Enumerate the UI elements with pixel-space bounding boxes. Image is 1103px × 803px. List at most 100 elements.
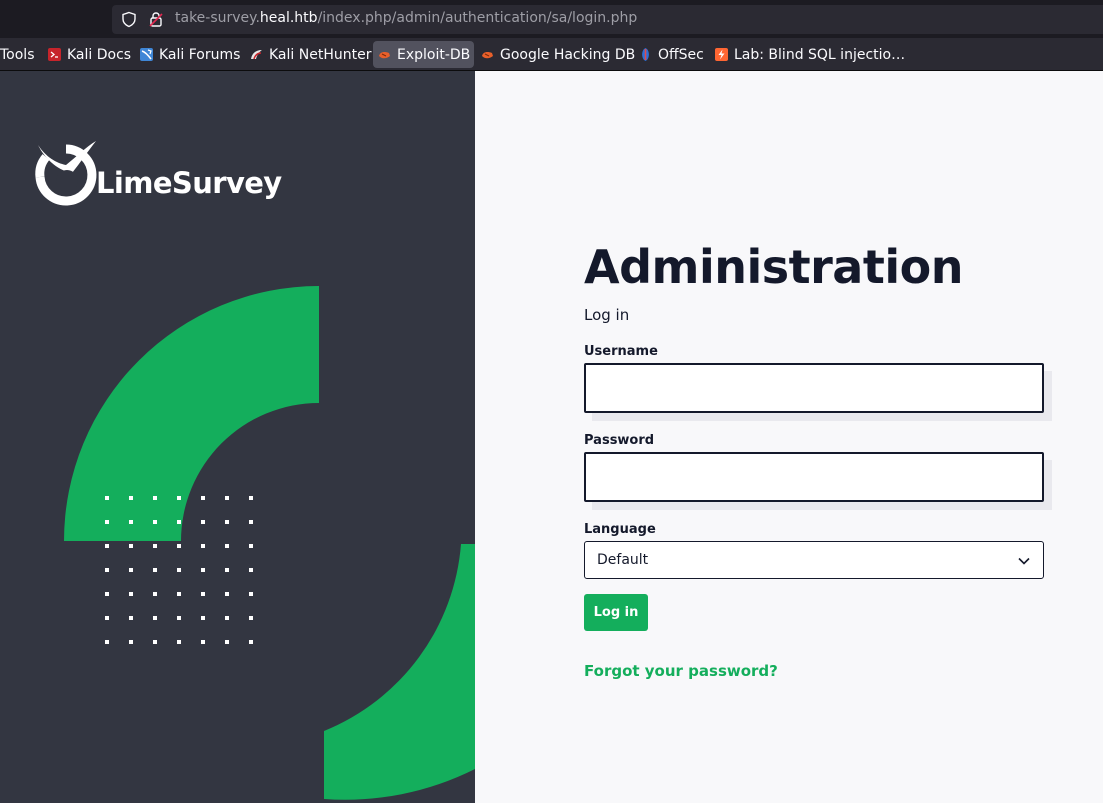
bookmarks-toolbar: Tools Kali Docs Kali Forums Kali NetHunt… bbox=[0, 38, 1103, 71]
decor-dot bbox=[177, 640, 181, 644]
decor-dot bbox=[201, 520, 205, 524]
decor-dot bbox=[249, 568, 253, 572]
decor-dot bbox=[201, 496, 205, 500]
bookmark-kali-docs[interactable]: Kali Docs bbox=[47, 41, 131, 68]
bookmark-kali-forums[interactable]: Kali Forums bbox=[139, 41, 240, 68]
username-field-wrapper bbox=[584, 363, 1052, 421]
decor-dot bbox=[129, 640, 133, 644]
decor-dot bbox=[249, 616, 253, 620]
bookmark-exploit-db[interactable]: Exploit-DB bbox=[373, 41, 475, 68]
bookmark-label: Kali Forums bbox=[159, 46, 241, 63]
language-selected-value: Default bbox=[597, 552, 649, 568]
login-button[interactable]: Log in bbox=[584, 594, 648, 631]
decor-dot bbox=[105, 544, 109, 548]
bookmark-label: Exploit-DB bbox=[397, 46, 471, 63]
decor-dot bbox=[225, 520, 229, 524]
decor-dot bbox=[177, 496, 181, 500]
decor-dot bbox=[249, 592, 253, 596]
decor-dot bbox=[249, 544, 253, 548]
language-label: Language bbox=[584, 522, 656, 537]
decor-dot bbox=[249, 496, 253, 500]
google-hacking-db-icon bbox=[482, 52, 493, 59]
kali-nethunter-icon bbox=[251, 50, 262, 60]
brand-panel: LimeSurvey bbox=[0, 71, 475, 803]
offsec-icon bbox=[642, 48, 649, 61]
green-arc-top bbox=[64, 286, 319, 541]
decor-dot bbox=[201, 544, 205, 548]
bookmark-label: Google Hacking DB bbox=[500, 46, 636, 63]
bookmark-tools[interactable]: Tools bbox=[0, 41, 35, 68]
bookmark-label: Kali NetHunter bbox=[269, 46, 372, 63]
decor-dot bbox=[201, 640, 205, 644]
decor-dot bbox=[225, 592, 229, 596]
decor-dot bbox=[153, 496, 157, 500]
decor-dot bbox=[201, 568, 205, 572]
decor-dot bbox=[225, 616, 229, 620]
password-input[interactable] bbox=[584, 452, 1044, 502]
url-path: /index.php/admin/authentication/sa/login… bbox=[317, 10, 638, 26]
kali-forums-icon bbox=[140, 48, 153, 61]
url-text[interactable]: take-survey.heal.htb/index.php/admin/aut… bbox=[175, 10, 637, 26]
decor-dot bbox=[249, 640, 253, 644]
decor-dot bbox=[177, 544, 181, 548]
decor-dot bbox=[177, 616, 181, 620]
decor-dot bbox=[249, 520, 253, 524]
decor-dot bbox=[129, 544, 133, 548]
decor-dot bbox=[153, 520, 157, 524]
decor-dot bbox=[105, 568, 109, 572]
decor-dot bbox=[153, 544, 157, 548]
bookmark-lab-blind-sql[interactable]: Lab: Blind SQL injectio… bbox=[714, 41, 905, 68]
page-subtitle: Log in bbox=[584, 306, 630, 324]
decor-dot bbox=[153, 640, 157, 644]
kali-docs-icon bbox=[48, 48, 61, 61]
bookmark-label: Kali Docs bbox=[67, 46, 132, 63]
decor-dot bbox=[177, 520, 181, 524]
bookmark-label: Tools bbox=[0, 46, 35, 63]
decor-dot bbox=[105, 496, 109, 500]
tracking-protection-shield-icon[interactable] bbox=[121, 11, 137, 28]
page-title: Administration bbox=[584, 240, 963, 294]
decor-dot bbox=[129, 616, 133, 620]
decor-dot bbox=[129, 592, 133, 596]
bookmark-offsec[interactable]: OffSec bbox=[638, 41, 704, 68]
decor-dot bbox=[105, 616, 109, 620]
bookmark-label: OffSec bbox=[658, 46, 704, 63]
decor-dot bbox=[153, 568, 157, 572]
portswigger-icon bbox=[715, 48, 728, 61]
browser-toolbar: take-survey.heal.htb/index.php/admin/aut… bbox=[0, 0, 1103, 38]
decor-dot bbox=[105, 640, 109, 644]
bookmark-google-hacking-db[interactable]: Google Hacking DB bbox=[480, 41, 635, 68]
decor-dot bbox=[201, 592, 205, 596]
chevron-down-icon bbox=[1018, 557, 1030, 565]
decor-dot bbox=[129, 496, 133, 500]
exploit-db-icon bbox=[379, 52, 390, 59]
decor-dot bbox=[105, 520, 109, 524]
decor-dot bbox=[225, 496, 229, 500]
decor-dot bbox=[225, 544, 229, 548]
decor-dot bbox=[105, 592, 109, 596]
url-host: heal.htb bbox=[259, 10, 318, 26]
bookmark-kali-nethunter[interactable]: Kali NetHunter bbox=[249, 41, 371, 68]
decor-dot bbox=[177, 592, 181, 596]
decor-dot bbox=[153, 616, 157, 620]
url-prefix: take-survey. bbox=[175, 10, 260, 26]
username-label: Username bbox=[584, 344, 658, 359]
password-label: Password bbox=[584, 433, 655, 448]
password-field-wrapper bbox=[584, 452, 1052, 510]
green-arc-bottom bbox=[324, 544, 475, 800]
decor-dot bbox=[225, 568, 229, 572]
language-select[interactable]: Default bbox=[584, 541, 1044, 579]
login-form: Administration Log in Username Password … bbox=[584, 236, 1052, 680]
login-page: LimeSurvey Administration Log in Usernam… bbox=[0, 71, 1103, 803]
decor-dot bbox=[129, 568, 133, 572]
decor-dot bbox=[225, 640, 229, 644]
decor-dot bbox=[129, 520, 133, 524]
insecure-lock-icon[interactable] bbox=[148, 11, 164, 28]
forgot-password-link[interactable]: Forgot your password? bbox=[584, 662, 778, 680]
decor-dot bbox=[177, 568, 181, 572]
username-input[interactable] bbox=[584, 363, 1044, 413]
decor-dot bbox=[201, 616, 205, 620]
decor-dot bbox=[153, 592, 157, 596]
bookmark-label: Lab: Blind SQL injectio… bbox=[734, 46, 906, 63]
decorative-shapes bbox=[64, 286, 475, 800]
